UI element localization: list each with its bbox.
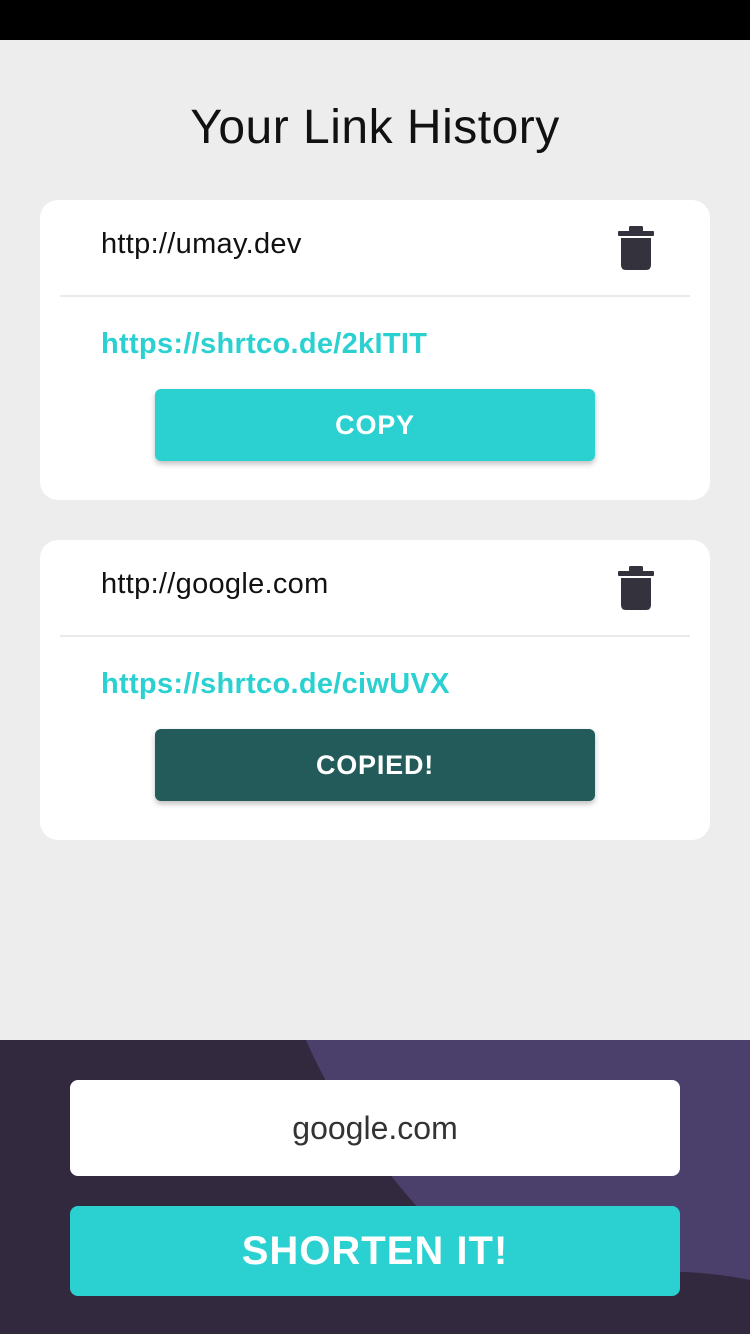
- trash-icon: [618, 566, 654, 610]
- copied-button[interactable]: COPIED!: [155, 729, 595, 801]
- card-header: http://google.com: [60, 540, 690, 637]
- delete-button[interactable]: [618, 566, 654, 610]
- short-url-link[interactable]: https://shrtco.de/ciwUVX: [101, 668, 450, 701]
- page-title: Your Link History: [190, 101, 560, 154]
- shorten-button[interactable]: SHORTEN IT!: [70, 1206, 680, 1296]
- app-screen: Your Link History http://umay.dev https:…: [0, 0, 750, 1334]
- original-url: http://google.com: [101, 568, 329, 600]
- status-bar: [0, 0, 750, 40]
- history-card: http://google.com https://shrtco.de/ciwU…: [40, 540, 710, 840]
- short-url-link[interactable]: https://shrtco.de/2kITIT: [101, 328, 427, 361]
- link-history-list: http://umay.dev https://shrtco.de/2kITIT…: [40, 200, 710, 880]
- card-header: http://umay.dev: [60, 200, 690, 297]
- shorten-form-panel: SHORTEN IT!: [0, 1040, 750, 1334]
- original-url: http://umay.dev: [101, 228, 302, 260]
- trash-icon: [618, 226, 654, 270]
- copy-button[interactable]: COPY: [155, 389, 595, 461]
- delete-button[interactable]: [618, 226, 654, 270]
- url-input[interactable]: [70, 1080, 680, 1176]
- history-card: http://umay.dev https://shrtco.de/2kITIT…: [40, 200, 710, 500]
